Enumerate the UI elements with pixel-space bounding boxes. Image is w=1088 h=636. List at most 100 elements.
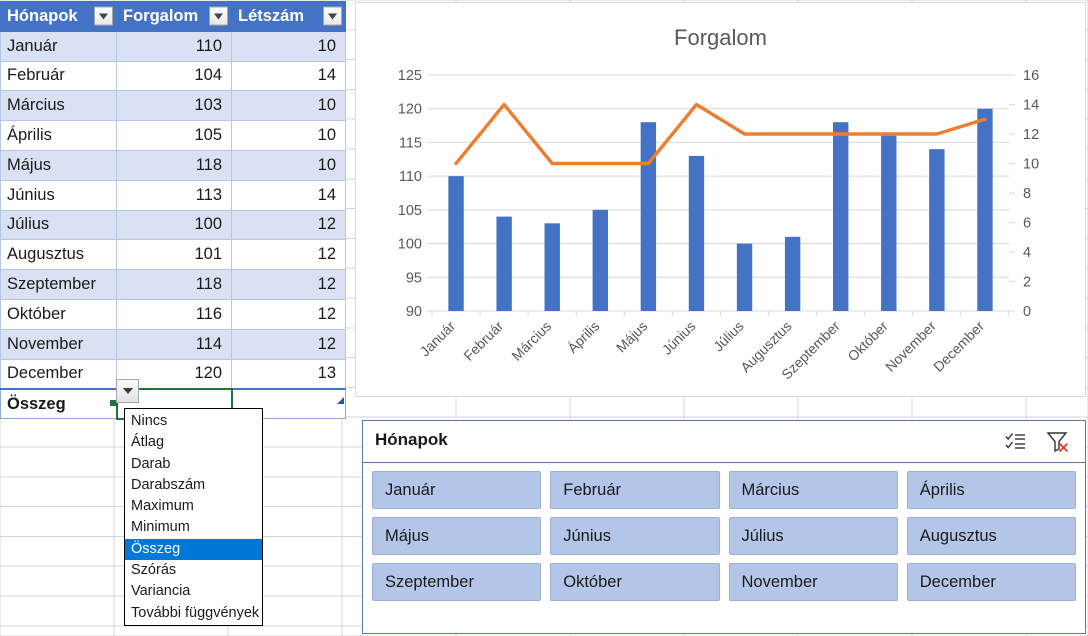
table-row[interactable]: Április 105 10 — [0, 120, 346, 151]
slicer-title: Hónapok — [375, 430, 448, 449]
cell-month[interactable]: Március — [0, 90, 117, 122]
column-header-label: Létszám — [238, 6, 305, 25]
cell-forgalom[interactable]: 118 — [116, 149, 232, 181]
slicer-item[interactable]: Augusztus — [906, 517, 1076, 555]
dropdown-item[interactable]: Darab — [125, 454, 262, 475]
filter-dropdown-icon-honapok[interactable] — [94, 6, 113, 26]
dropdown-item[interactable]: Maximum — [125, 496, 262, 517]
slicer-honapok[interactable]: Hónapok Január Február Március Április M… — [362, 420, 1086, 634]
cell-forgalom[interactable]: 105 — [116, 120, 232, 151]
slicer-item[interactable]: Július — [728, 517, 898, 555]
x-axis-tick-label: Július — [710, 318, 747, 355]
cell-month[interactable]: Február — [0, 60, 117, 92]
slicer-item[interactable]: November — [728, 563, 898, 601]
cell-month[interactable]: Január — [0, 30, 117, 62]
cell-month[interactable]: Július — [0, 209, 117, 241]
cell-letszam[interactable]: 10 — [231, 149, 346, 181]
cell-month[interactable]: November — [0, 328, 117, 360]
slicer-item[interactable]: Március — [728, 471, 898, 509]
multi-select-icon[interactable] — [1001, 428, 1031, 456]
cell-letszam[interactable]: 14 — [231, 179, 346, 211]
table-row[interactable]: November 114 12 — [0, 328, 346, 360]
table-resize-handle[interactable] — [337, 397, 344, 404]
slicer-item[interactable]: Február — [550, 471, 720, 509]
table-row[interactable]: Február 104 14 — [0, 60, 346, 92]
cell-letszam[interactable]: 10 — [231, 90, 346, 122]
table-row[interactable]: Március 103 10 — [0, 90, 346, 122]
cell-forgalom[interactable]: 114 — [116, 328, 232, 360]
x-axis-tick-label: Február — [460, 318, 506, 364]
cell-forgalom[interactable]: 101 — [116, 239, 232, 271]
column-header-honapok[interactable]: Hónapok — [0, 1, 117, 32]
slicer-item[interactable]: Május — [372, 517, 542, 555]
column-header-letszam[interactable]: Létszám — [231, 1, 346, 32]
cell-forgalom[interactable]: 110 — [116, 30, 232, 62]
table-row[interactable]: Október 116 12 — [0, 298, 346, 330]
svg-text:14: 14 — [1023, 98, 1039, 114]
table-row[interactable]: Június 113 14 — [0, 179, 346, 211]
slicer-item[interactable]: Október — [550, 563, 720, 601]
cell-forgalom[interactable]: 118 — [116, 269, 232, 300]
svg-text:110: 110 — [399, 169, 422, 185]
cell-forgalom[interactable]: 104 — [116, 60, 232, 92]
column-header-forgalom[interactable]: Forgalom — [116, 1, 232, 32]
cell-letszam[interactable]: 12 — [231, 298, 346, 330]
cell-month[interactable]: Június — [0, 179, 117, 211]
cell-letszam[interactable]: 12 — [231, 209, 346, 241]
total-function-dropdown-list[interactable]: Nincs Átlag Darab Darabszám Maximum Minimum Ös… — [124, 408, 263, 626]
table-row[interactable]: December 120 13 — [0, 358, 346, 390]
data-table: Hónapok Forgalom Létszám Január 110 10 F… — [0, 1, 346, 420]
dropdown-item[interactable]: Nincs — [125, 411, 262, 432]
cell-month[interactable]: December — [0, 358, 117, 390]
filter-dropdown-icon-letszam[interactable] — [323, 6, 342, 26]
cell-forgalom[interactable]: 113 — [116, 179, 232, 211]
table-row[interactable]: Január 110 10 — [0, 30, 346, 62]
table-row[interactable]: Augusztus 101 12 — [0, 239, 346, 271]
total-function-dropdown-button[interactable] — [116, 379, 139, 403]
slicer-item[interactable]: Június — [550, 517, 720, 555]
svg-text:10: 10 — [1023, 157, 1039, 173]
clear-filter-icon[interactable] — [1043, 428, 1073, 456]
dropdown-item[interactable]: Átlag — [125, 432, 262, 453]
cell-month[interactable]: Augusztus — [0, 239, 117, 271]
table-row[interactable]: Július 100 12 — [0, 209, 346, 241]
cell-letszam[interactable]: 10 — [231, 120, 346, 151]
cell-forgalom[interactable]: 100 — [116, 209, 232, 241]
svg-text:120: 120 — [398, 102, 422, 118]
total-row-label[interactable]: Összeg — [0, 387, 117, 420]
slicer-item[interactable]: Január — [372, 471, 542, 509]
dropdown-item[interactable]: Összeg — [125, 538, 262, 561]
x-axis-tick-label: Június — [659, 318, 699, 358]
slicer-item[interactable]: Szeptember — [372, 563, 542, 601]
slicer-item[interactable]: December — [906, 563, 1076, 601]
x-axis-tick-label: Október — [844, 318, 891, 365]
table-row[interactable]: Szeptember 118 12 — [0, 269, 346, 300]
cell-letszam[interactable]: 12 — [231, 239, 346, 271]
chart-panel[interactable]: Forgalom 90 95 100 105 110 115 120 125 0 2 4 6 8 10 12… — [355, 2, 1086, 397]
cell-letszam[interactable]: 12 — [231, 269, 346, 300]
table-row[interactable]: Május 118 10 — [0, 149, 346, 181]
cell-month[interactable]: Szeptember — [0, 269, 117, 300]
table-header-row: Hónapok Forgalom Létszám — [0, 1, 346, 32]
svg-text:105: 105 — [398, 203, 422, 219]
cell-letszam[interactable]: 12 — [231, 328, 346, 360]
slicer-item[interactable]: Április — [906, 471, 1076, 509]
dropdown-item[interactable]: Variancia — [125, 581, 262, 602]
filter-dropdown-icon-forgalom[interactable] — [209, 6, 228, 26]
cell-fill-handle[interactable] — [110, 400, 116, 406]
cell-letszam[interactable]: 14 — [231, 60, 346, 92]
cell-letszam[interactable]: 13 — [231, 358, 346, 390]
dropdown-item[interactable]: Darabszám — [125, 475, 262, 496]
dropdown-item[interactable]: Minimum — [125, 517, 262, 538]
cell-letszam[interactable]: 10 — [231, 30, 346, 62]
svg-text:6: 6 — [1023, 216, 1031, 232]
cell-month[interactable]: Május — [0, 149, 117, 181]
cell-forgalom[interactable]: 116 — [116, 298, 232, 330]
dropdown-item[interactable]: Szórás — [125, 560, 262, 581]
table-body: Január 110 10 Február 104 14 Március 103 10 Ápril… — [0, 30, 346, 390]
cell-forgalom[interactable]: 103 — [116, 90, 232, 122]
x-axis-tick-label: Március — [508, 318, 554, 364]
dropdown-item[interactable]: További függvények — [125, 603, 262, 624]
cell-month[interactable]: Október — [0, 298, 117, 330]
cell-month[interactable]: Április — [0, 120, 117, 151]
